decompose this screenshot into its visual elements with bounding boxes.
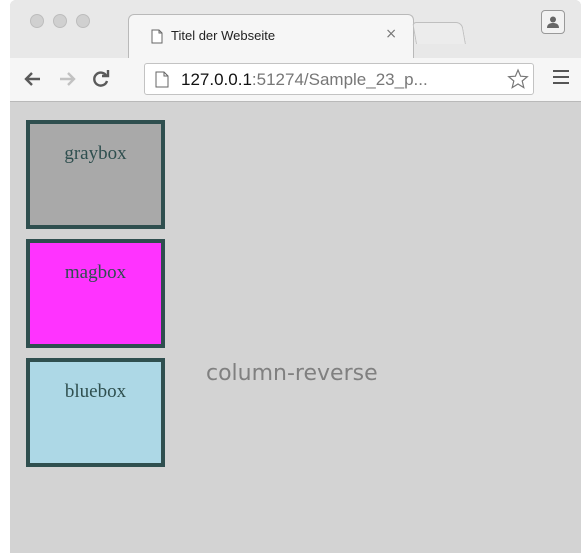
forward-button[interactable] <box>54 66 80 92</box>
graybox-label: graybox <box>64 143 127 164</box>
reload-icon <box>93 70 110 87</box>
flex-container: graybox magbox bluebox <box>26 120 165 467</box>
url-path: :51274/Sample_23_p... <box>251 70 428 89</box>
address-bar[interactable]: 127.0.0.1:51274/Sample_23_p... <box>144 63 534 95</box>
forward-arrow-icon <box>60 72 76 86</box>
back-arrow-icon <box>24 72 40 86</box>
tab-title: Titel der Webseite <box>171 28 276 43</box>
tab-close-icon[interactable]: × <box>385 26 397 42</box>
bluebox-label: bluebox <box>64 381 127 402</box>
bluebox: bluebox <box>26 358 165 467</box>
profile-button[interactable] <box>541 10 565 34</box>
reload-button[interactable] <box>88 66 114 92</box>
page-icon <box>151 29 163 44</box>
window-close-button[interactable] <box>30 14 44 28</box>
browser-window: Titel der Webseite × 127.0.0.1:51274/Sam… <box>10 0 581 553</box>
graybox: graybox <box>26 120 165 229</box>
back-button[interactable] <box>20 66 46 92</box>
magbox: magbox <box>26 239 165 348</box>
tab-active[interactable]: Titel der Webseite × <box>128 14 414 58</box>
caption-text: column-reverse <box>206 361 378 386</box>
new-tab-button[interactable] <box>412 22 466 44</box>
profile-icon <box>547 16 559 28</box>
window-minimize-button[interactable] <box>53 14 67 28</box>
url-text: 127.0.0.1:51274/Sample_23_p... <box>181 70 428 90</box>
page-viewport: graybox magbox bluebox column-reverse <box>10 103 581 553</box>
hamburger-menu-icon[interactable] <box>553 70 569 86</box>
page-icon <box>155 71 169 88</box>
star-icon[interactable] <box>507 68 529 90</box>
url-host: 127.0.0.1 <box>181 70 252 89</box>
tab-strip: Titel der Webseite × <box>10 0 581 58</box>
window-maximize-button[interactable] <box>76 14 90 28</box>
toolbar: 127.0.0.1:51274/Sample_23_p... <box>10 58 581 102</box>
magbox-label: magbox <box>64 262 127 283</box>
